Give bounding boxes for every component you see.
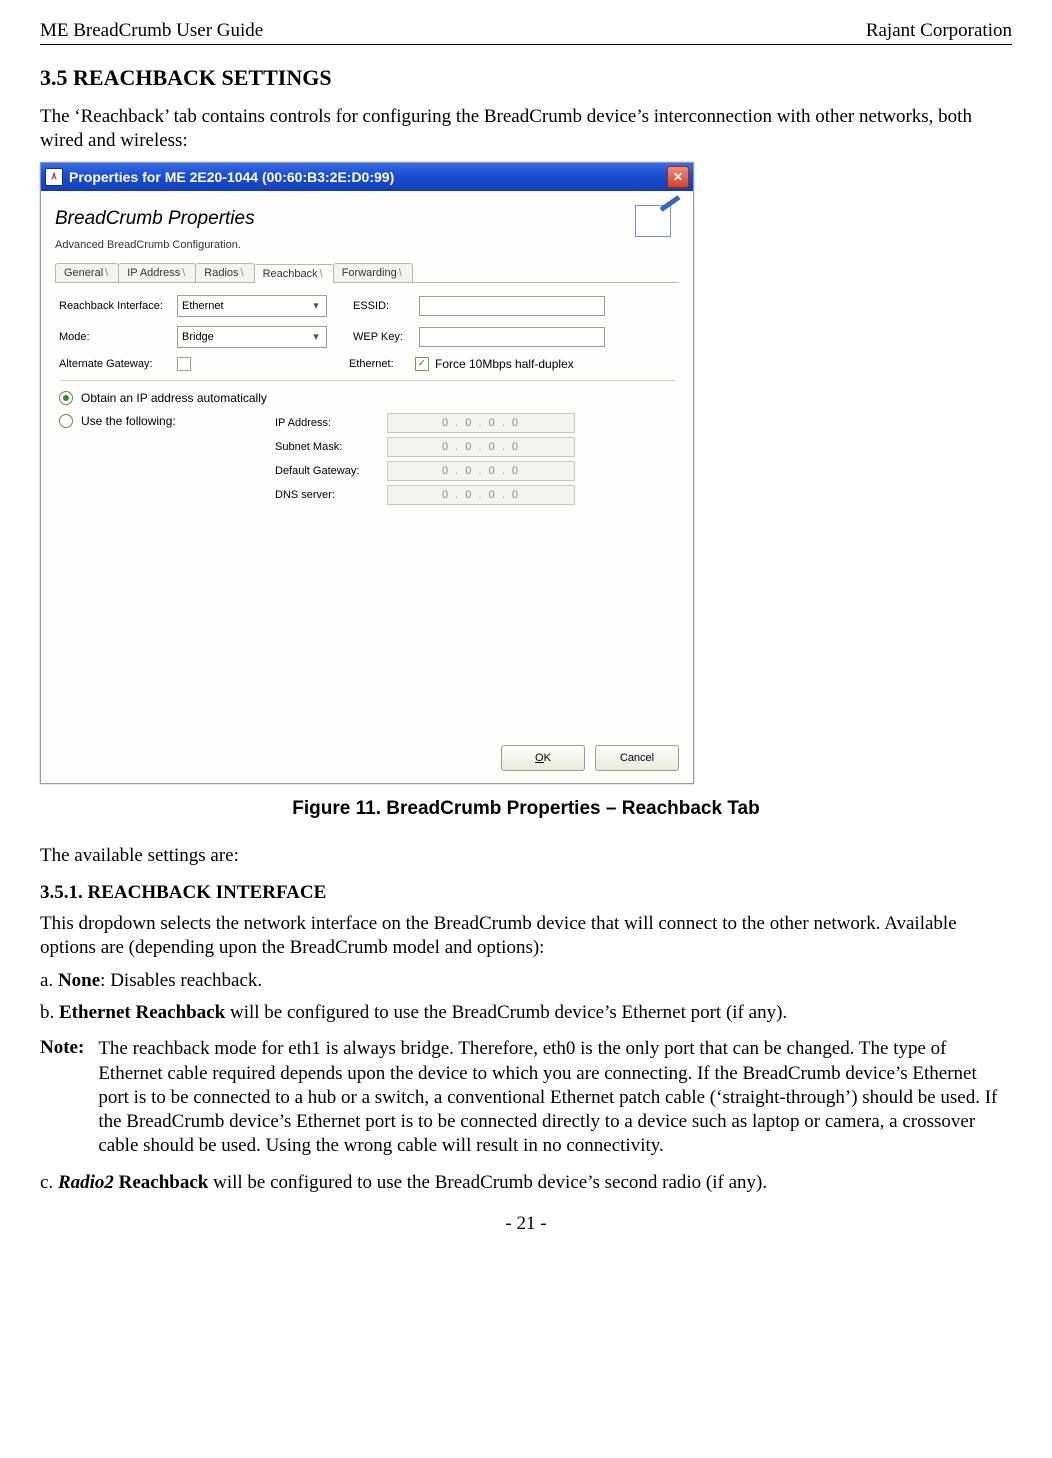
label-alt-gateway: Alternate Gateway: [59,358,177,370]
panel-header: BreadCrumb Properties [41,191,693,239]
properties-window: ٨ Properties for ME 2E20-1044 (00:60:B3:… [40,162,694,784]
tab-forwarding[interactable]: Forwarding\ [333,263,413,282]
sub351-text: This dropdown selects the network interf… [40,912,1012,961]
essid-input[interactable] [419,296,605,316]
subsection-351: 3.5.1. REACHBACK INTERFACE [40,882,1012,904]
page-number: - 21 - [40,1213,1012,1235]
item-c: c. Radio2 Reachback will be configured t… [40,1171,1012,1195]
default-gateway-input[interactable]: 0 . 0 . 0 . 0 [387,461,575,481]
reachback-interface-select[interactable]: Ethernet ▾ [177,295,327,317]
separator [59,380,675,381]
label-subnet-mask: Subnet Mask: [275,441,387,453]
header-right: Rajant Corporation [866,20,1012,42]
note-label: Note: [40,1037,84,1159]
label-reachback-interface: Reachback Interface: [59,300,177,312]
label-wep: WEP Key: [353,331,419,343]
subnet-mask-input[interactable]: 0 . 0 . 0 . 0 [387,437,575,457]
intro-text: The ‘Reachback’ tab contains controls fo… [40,105,1012,154]
window-titlebar[interactable]: ٨ Properties for ME 2E20-1044 (00:60:B3:… [41,163,693,191]
header-left: ME BreadCrumb User Guide [40,20,263,42]
chevron-down-icon: ▾ [310,299,322,312]
label-dns-server: DNS server: [275,489,387,501]
app-icon: ٨ [45,168,63,186]
ip-address-input[interactable]: 0 . 0 . 0 . 0 [387,413,575,433]
cancel-button[interactable]: Cancel [595,745,679,771]
label-ethernet: Ethernet: [349,358,415,370]
available-settings: The available settings are: [40,844,1012,868]
page-header: ME BreadCrumb User Guide Rajant Corporat… [40,20,1012,45]
section-heading: 3.5 REACHBACK SETTINGS [40,65,1012,91]
button-bar: OK Cancel [41,735,693,783]
dns-server-input[interactable]: 0 . 0 . 0 . 0 [387,485,575,505]
note-block: Note: The reachback mode for eth1 is alw… [40,1037,1012,1159]
panel-title: BreadCrumb Properties [55,208,255,230]
form-area: Reachback Interface: Ethernet ▾ ESSID: M… [41,283,693,735]
config-doc-icon [631,199,679,239]
force-10mbps-checkbox[interactable]: ✓ [415,357,429,371]
tab-reachback[interactable]: Reachback\ [254,264,334,283]
force-10mbps-label: Force 10Mbps half-duplex [435,357,574,371]
obtain-ip-label: Obtain an IP address automatically [81,391,267,405]
label-ip-address: IP Address: [275,417,387,429]
ok-button[interactable]: OK [501,745,585,771]
close-icon[interactable]: ✕ [667,166,689,188]
chevron-down-icon: ▾ [310,330,322,343]
label-default-gateway: Default Gateway: [275,465,387,477]
tab-bar: General\ IP Address\ Radios\ Reachback\ … [55,263,679,283]
tab-ip-address[interactable]: IP Address\ [118,263,196,282]
obtain-ip-radio[interactable] [59,391,73,405]
label-mode: Mode: [59,331,177,343]
tab-general[interactable]: General\ [55,263,119,282]
alt-gateway-checkbox[interactable]: ✓ [177,357,191,371]
label-essid: ESSID: [353,300,419,312]
item-a: a. None: Disables reachback. [40,969,1012,993]
use-following-radio[interactable] [59,414,73,428]
tab-radios[interactable]: Radios\ [195,263,254,282]
wep-input[interactable] [419,327,605,347]
note-body: The reachback mode for eth1 is always br… [98,1037,1012,1159]
use-following-label: Use the following: [81,414,176,428]
window-title: Properties for ME 2E20-1044 (00:60:B3:2E… [69,169,394,185]
mode-select[interactable]: Bridge ▾ [177,326,327,348]
figure-caption: Figure 11. BreadCrumb Properties – Reach… [40,798,1012,820]
panel-subtitle: Advanced BreadCrumb Configuration. [41,239,693,253]
item-b: b. Ethernet Reachback will be configured… [40,1001,1012,1025]
